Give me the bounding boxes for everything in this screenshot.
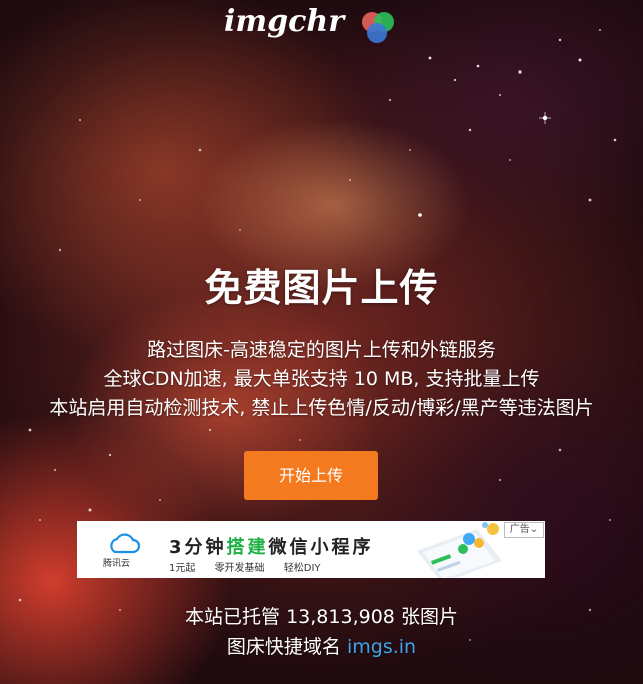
header: imgchr: [0, 0, 643, 46]
tencent-cloud-icon: [110, 533, 141, 554]
ad-features: 1元起 零开发基础 轻松DIY: [169, 559, 337, 574]
start-upload-button[interactable]: 开始上传: [244, 451, 378, 500]
domain-label: 图床快捷域名: [226, 636, 341, 658]
hosted-count-line: 本站已托管 13,813,908 张图片: [0, 604, 643, 631]
ad-feature: 零开发基础: [214, 563, 265, 574]
logo-circles-icon: [362, 12, 394, 43]
domain-link[interactable]: imgs.in: [347, 636, 416, 658]
description-line-3: 本站启用自动检测技术, 禁止上传色情/反动/博彩/黑产等违法图片: [49, 397, 594, 419]
hosted-prefix: 本站已托管: [185, 606, 281, 628]
page-title: 免费图片上传: [204, 266, 439, 310]
ad-feature: 1元起: [169, 563, 196, 574]
description-line-1: 路过图床-高速稳定的图片上传和外链服务: [147, 339, 496, 361]
logo[interactable]: imgchr: [224, 2, 404, 46]
ad-headline-post: 微信小程序: [268, 537, 374, 558]
logo-text: imgchr: [224, 4, 344, 39]
chevron-down-icon: ⌄: [529, 524, 539, 535]
shortcut-domain-line: 图床快捷域名 imgs.in: [0, 634, 643, 661]
hosted-suffix: 张图片: [400, 606, 458, 628]
ad-tag[interactable]: 广告⌄: [504, 522, 544, 538]
description-line-2: 全球CDN加速, 最大单张支持 10 MB, 支持批量上传: [103, 368, 540, 390]
ad-feature: 轻松DIY: [283, 563, 321, 574]
ad-headline-highlight: 搭建: [226, 537, 269, 558]
ad-banner[interactable]: 腾讯云 3分钟搭建微信小程序 1元起 零开发基础 轻松DIY 广告⌄: [77, 521, 545, 578]
hosted-count: 13,813,908: [286, 606, 395, 628]
ad-brand: 腾讯云: [103, 559, 131, 569]
ad-tag-label: 广告: [509, 524, 530, 535]
phone-illustration-icon: [417, 522, 502, 578]
ad-headline: 3分钟搭建微信小程序: [169, 533, 374, 559]
ad-headline-pre: 3分钟: [169, 537, 227, 558]
